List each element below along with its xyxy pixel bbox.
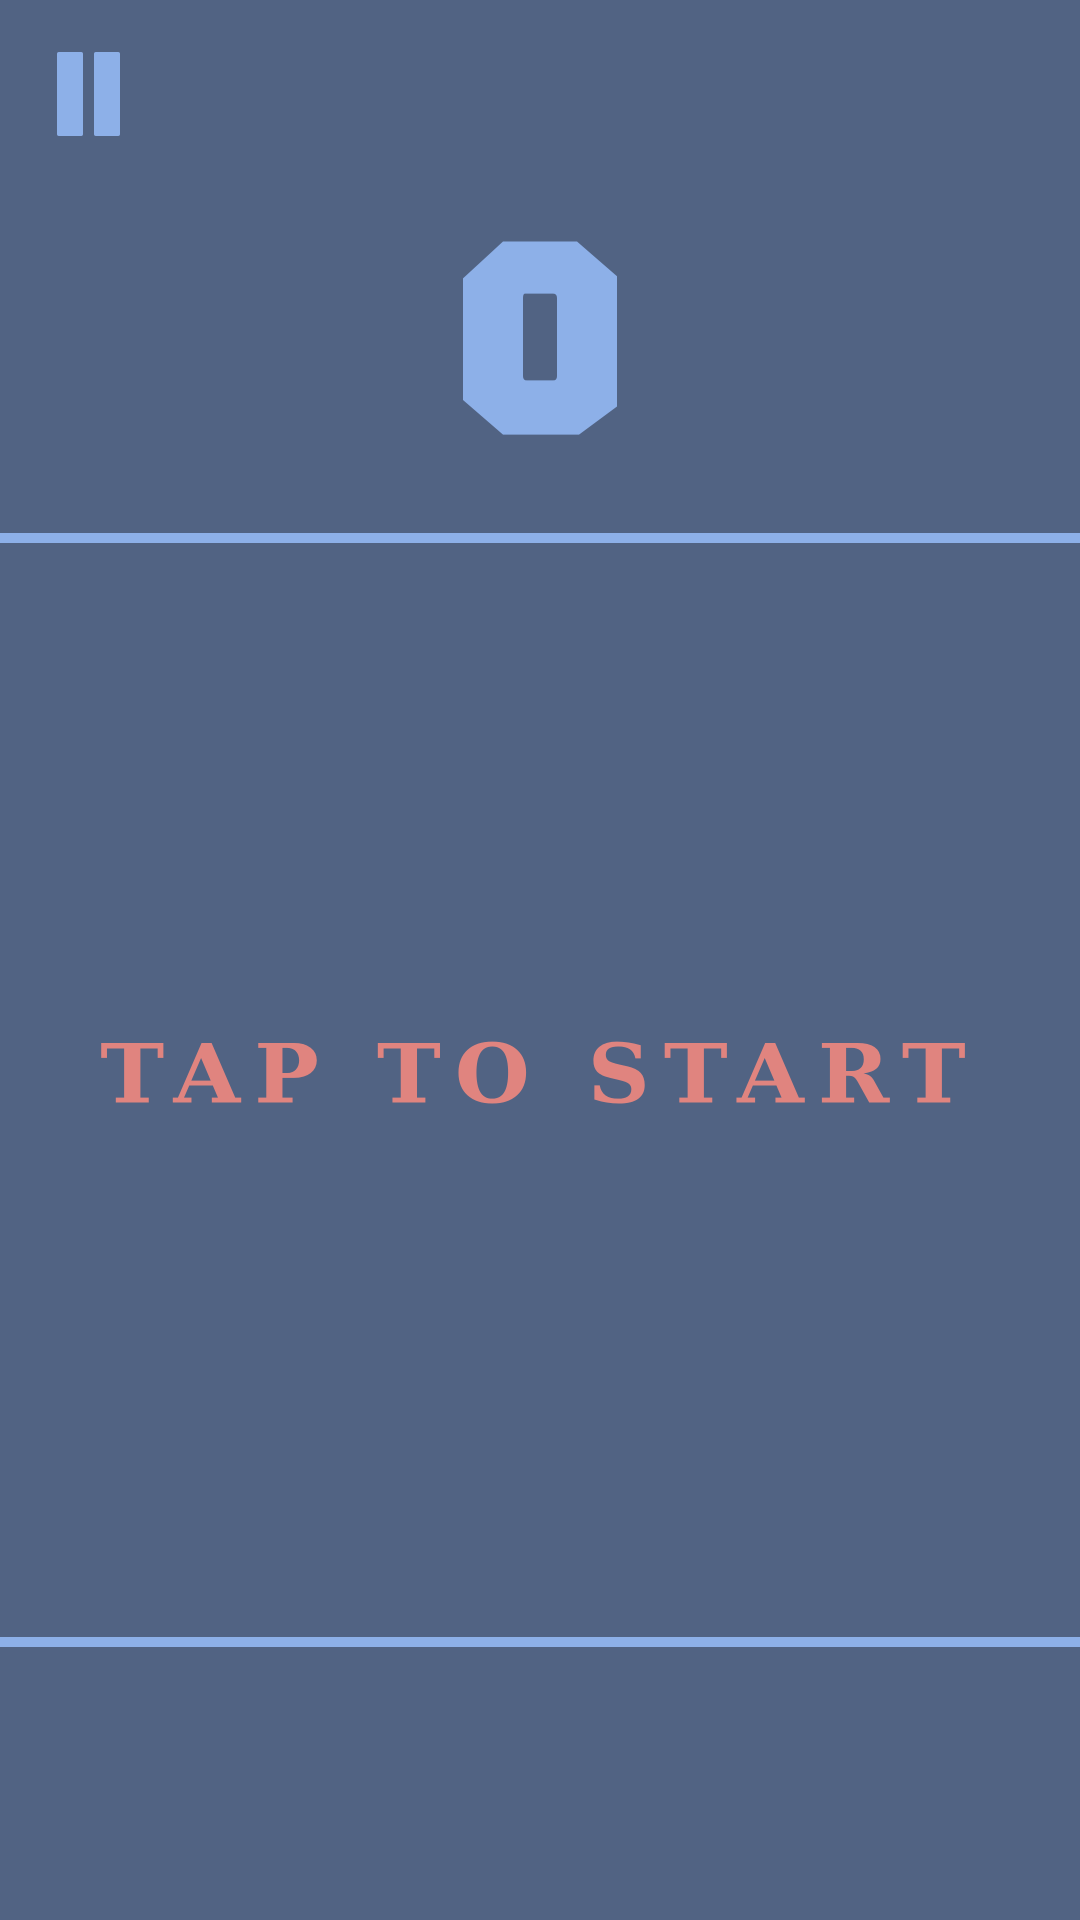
score-digit: 0: [463, 241, 617, 435]
score-display: 0: [0, 240, 1080, 440]
pause-icon-left-bar: [57, 52, 83, 136]
game-screen[interactable]: 0 TAP TO START: [0, 0, 1080, 1920]
top-boundary-line: [0, 533, 1080, 543]
tap-to-start-prompt[interactable]: TAP TO START: [0, 1032, 1080, 1118]
bottom-boundary-line: [0, 1637, 1080, 1647]
pause-icon-right-bar: [94, 52, 120, 136]
pause-button[interactable]: [57, 52, 120, 136]
